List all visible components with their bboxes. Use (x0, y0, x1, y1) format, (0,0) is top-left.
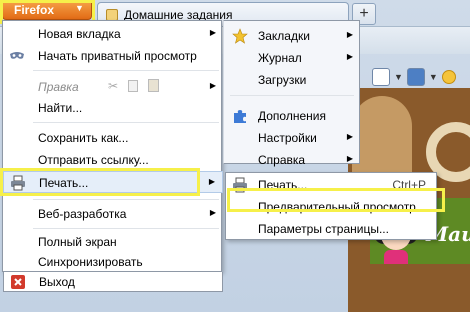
menu-item-label: Найти... (38, 101, 83, 115)
menu-item-label: Отправить ссылку... (38, 153, 149, 167)
menu-item-history[interactable]: Журнал ▶ (224, 47, 359, 69)
menu-item-label: Выход (39, 275, 75, 289)
menu-item-label: Полный экран (38, 235, 117, 249)
menu-item-label: Веб-разработка (38, 207, 127, 221)
menu-item-settings[interactable]: Настройки ▶ (224, 127, 359, 149)
menu-item-exit[interactable]: Выход (3, 272, 223, 292)
menu-item-label: Новая вкладка (38, 27, 121, 41)
private-mask-icon (10, 52, 24, 59)
chevron-right-icon: ▶ (346, 154, 353, 163)
menu-item-bookmarks[interactable]: Закладки ▶ (224, 25, 359, 47)
chevron-down-icon: ▼ (75, 3, 84, 13)
addon-icon[interactable] (441, 70, 456, 84)
menu-item-edit: Правка ✂ ▶ (3, 76, 223, 98)
menu-item-label: Начать приватный просмотр (38, 49, 197, 63)
shortcut-label: Ctrl+P (392, 178, 426, 192)
chevron-down-icon[interactable]: ▼ (394, 72, 403, 82)
chevron-right-icon: ▶ (208, 177, 215, 186)
toolbar-icons: ▼ ▼ (372, 66, 456, 88)
exit-icon (11, 275, 25, 289)
submenu-item-page-setup[interactable]: Параметры страницы... (226, 218, 436, 240)
firefox-button-label: Firefox (14, 3, 55, 17)
mail-icon[interactable] (406, 68, 425, 86)
menu-item-label: Загрузки (258, 73, 307, 87)
printer-icon (11, 175, 25, 191)
firefox-menu-right-column: Закладки ▶ Журнал ▶ Загрузки Дополнения … (223, 20, 360, 167)
firefox-main-menu: Новая вкладка ▶ Начать приватный просмот… (2, 20, 223, 273)
menu-item-save-as[interactable]: Сохранить как... (3, 127, 223, 149)
chevron-right-icon: ▶ (209, 81, 216, 90)
menu-item-print[interactable]: Печать... ▶ (3, 171, 223, 193)
menu-item-find[interactable]: Найти... (3, 97, 223, 119)
chevron-down-icon[interactable]: ▼ (429, 72, 438, 82)
menu-item-new-tab[interactable]: Новая вкладка ▶ (3, 23, 223, 45)
puzzle-icon (234, 110, 246, 123)
bookmarks-toolbar-icon[interactable] (372, 68, 390, 86)
cut-icon: ✂ (108, 79, 119, 93)
menu-separator (33, 122, 219, 123)
menu-item-addons[interactable]: Дополнения (224, 105, 359, 127)
paste-icon (148, 79, 159, 92)
copy-icon (128, 80, 138, 92)
menu-item-help[interactable]: Справка ▶ (224, 149, 359, 171)
menu-item-label: Журнал (258, 51, 302, 65)
menu-item-label: Сохранить как... (38, 131, 129, 145)
menu-item-label: Параметры страницы... (258, 222, 389, 236)
menu-item-label: Синхронизировать (38, 255, 143, 269)
menu-separator (33, 228, 219, 229)
menu-item-label: Справка (258, 153, 306, 167)
menu-item-label: Настройки (258, 131, 317, 145)
menu-item-label: Печать... (258, 178, 308, 192)
chevron-right-icon: ▶ (209, 28, 216, 37)
menu-item-fullscreen[interactable]: Полный экран (3, 231, 223, 253)
menu-separator (33, 199, 219, 200)
chevron-right-icon: ▶ (209, 208, 216, 217)
menu-item-label: Закладки (258, 29, 310, 43)
menu-item-label: Дополнения (258, 109, 326, 123)
firefox-menu-button[interactable]: Firefox ▼ (2, 0, 92, 20)
menu-item-web-developer[interactable]: Веб-разработка ▶ (3, 203, 223, 225)
menu-item-sync[interactable]: Синхронизировать (3, 251, 223, 273)
submenu-item-print-preview[interactable]: Предварительный просмотр (226, 196, 436, 218)
chevron-right-icon: ▶ (346, 30, 353, 39)
menu-item-downloads[interactable]: Загрузки (224, 69, 359, 91)
printer-icon (233, 177, 247, 193)
submenu-item-print[interactable]: Печать... Ctrl+P (226, 174, 436, 196)
menu-item-send-link[interactable]: Отправить ссылку... (3, 149, 223, 171)
menu-separator (230, 95, 354, 96)
menu-item-label: Предварительный просмотр (258, 200, 416, 214)
menu-separator (33, 70, 219, 71)
star-icon (232, 28, 248, 44)
print-submenu: Печать... Ctrl+P Предварительный просмот… (225, 172, 437, 240)
menu-item-private-browsing[interactable]: Начать приватный просмотр (3, 45, 223, 67)
menu-item-label: Печать... (39, 176, 89, 190)
chevron-right-icon: ▶ (346, 52, 353, 61)
chevron-right-icon: ▶ (346, 132, 353, 141)
menu-item-label: Правка (38, 80, 79, 94)
